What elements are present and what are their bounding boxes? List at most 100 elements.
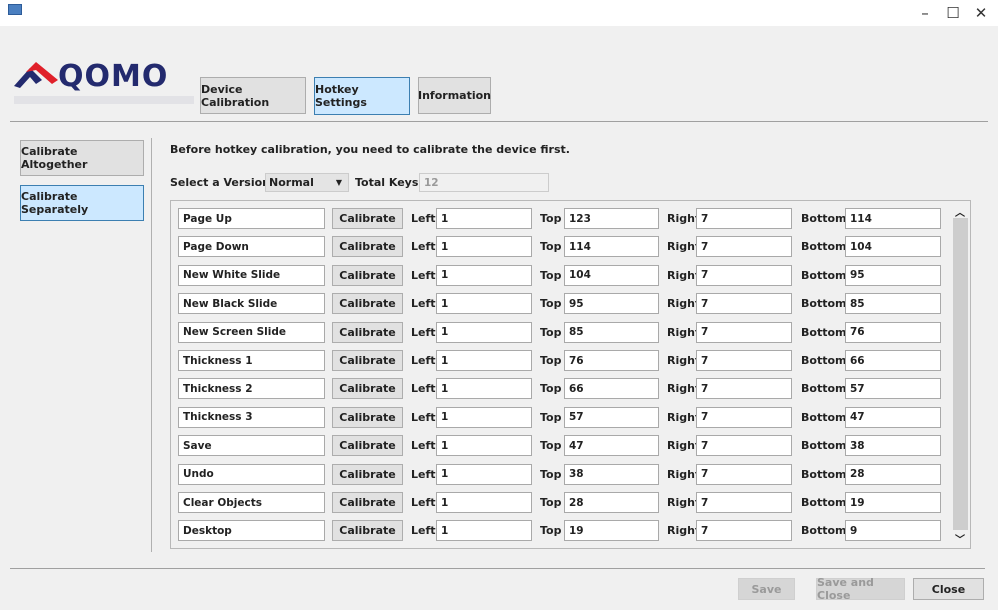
close-window-button[interactable]: ✕ — [966, 2, 996, 24]
calibrate-button[interactable]: Calibrate — [332, 492, 403, 513]
tab-hotkey-settings[interactable]: Hotkey Settings — [314, 77, 410, 115]
right-field[interactable]: 7 — [696, 321, 792, 343]
right-field[interactable]: 7 — [696, 236, 792, 258]
left-field[interactable]: 1 — [436, 264, 532, 286]
right-field[interactable]: 7 — [696, 520, 792, 542]
top-field[interactable]: 66 — [564, 378, 659, 400]
top-field[interactable]: 47 — [564, 435, 659, 457]
top-field[interactable]: 104 — [564, 264, 659, 286]
minimize-button[interactable]: – — [910, 2, 940, 24]
bottom-field[interactable]: 28 — [845, 463, 941, 485]
top-field[interactable]: 28 — [564, 492, 659, 513]
bottom-field[interactable]: 38 — [845, 435, 941, 457]
calibrate-separately-button[interactable]: Calibrate Separately — [20, 185, 144, 221]
hotkey-name-field[interactable]: Clear Objects — [178, 492, 325, 513]
left-field[interactable]: 1 — [436, 350, 532, 371]
hotkey-name-field[interactable]: Undo — [178, 463, 325, 485]
save-and-close-button[interactable]: Save and Close — [816, 576, 905, 602]
hotkey-name-field[interactable]: Thickness 3 — [178, 406, 325, 428]
hotkey-name-field[interactable]: New White Slide — [178, 264, 325, 286]
hotkey-list-panel: Page Up Calibrate Left 1 Top 123 Right 7… — [170, 200, 971, 549]
top-field[interactable]: 95 — [564, 293, 659, 315]
right-field[interactable]: 7 — [696, 350, 792, 371]
bottom-field[interactable]: 9 — [845, 520, 941, 542]
calibrate-button[interactable]: Calibrate — [332, 264, 403, 286]
top-label: Top — [540, 410, 562, 424]
top-field[interactable]: 114 — [564, 236, 659, 258]
hotkey-name-field[interactable]: Desktop — [178, 520, 325, 542]
top-field[interactable]: 76 — [564, 350, 659, 371]
left-field[interactable]: 1 — [436, 236, 532, 258]
hotkey-row: Thickness 2 Calibrate Left 1 Top 66 Righ… — [178, 378, 968, 400]
right-field[interactable]: 7 — [696, 463, 792, 485]
calibrate-altogether-button[interactable]: Calibrate Altogether — [20, 140, 144, 176]
right-field[interactable]: 7 — [696, 492, 792, 513]
right-field[interactable]: 7 — [696, 406, 792, 428]
right-field[interactable]: 7 — [696, 293, 792, 315]
hotkey-name-field[interactable]: Page Down — [178, 236, 325, 258]
calibrate-button[interactable]: Calibrate — [332, 236, 403, 258]
top-field[interactable]: 19 — [564, 520, 659, 542]
calibrate-button[interactable]: Calibrate — [332, 321, 403, 343]
calibrate-button[interactable]: Calibrate — [332, 378, 403, 400]
divider — [10, 568, 985, 569]
bottom-field[interactable]: 76 — [845, 321, 941, 343]
save-button[interactable]: Save — [738, 578, 795, 600]
top-field[interactable]: 38 — [564, 463, 659, 485]
left-field[interactable]: 1 — [436, 378, 532, 400]
left-field[interactable]: 1 — [436, 520, 532, 542]
left-field[interactable]: 1 — [436, 321, 532, 343]
close-button[interactable]: Close — [913, 578, 984, 600]
hotkey-name-field[interactable]: Page Up — [178, 208, 325, 229]
hotkey-name-field[interactable]: New Screen Slide — [178, 321, 325, 343]
left-field[interactable]: 1 — [436, 463, 532, 485]
maximize-button[interactable]: ☐ — [938, 2, 968, 24]
right-field[interactable]: 7 — [696, 208, 792, 229]
hotkey-name-field[interactable]: Save — [178, 435, 325, 457]
calibrate-button[interactable]: Calibrate — [332, 350, 403, 371]
hotkey-name-field[interactable]: Thickness 1 — [178, 350, 325, 371]
calibrate-button[interactable]: Calibrate — [332, 406, 403, 428]
hotkey-row: New White Slide Calibrate Left 1 Top 104… — [178, 264, 968, 286]
scroll-down-icon[interactable]: ﹀ — [955, 531, 965, 546]
hotkey-name-field[interactable]: Thickness 2 — [178, 378, 325, 400]
top-field[interactable]: 57 — [564, 406, 659, 428]
bottom-field[interactable]: 85 — [845, 293, 941, 315]
bottom-label: Bottom — [801, 410, 847, 424]
calibrate-button[interactable]: Calibrate — [332, 435, 403, 457]
bottom-field[interactable]: 47 — [845, 406, 941, 428]
bottom-field[interactable]: 19 — [845, 492, 941, 513]
tab-information[interactable]: Information — [418, 77, 491, 114]
total-keys-field: 12 — [419, 173, 549, 192]
scroll-up-icon[interactable]: ︿ — [955, 204, 965, 219]
left-field[interactable]: 1 — [436, 492, 532, 513]
left-label: Left — [411, 354, 436, 367]
bottom-field[interactable]: 66 — [845, 350, 941, 371]
left-field[interactable]: 1 — [436, 435, 532, 457]
bottom-field[interactable]: 104 — [845, 236, 941, 258]
top-field[interactable]: 85 — [564, 321, 659, 343]
right-field[interactable]: 7 — [696, 435, 792, 457]
tab-device-calibration[interactable]: Device Calibration — [200, 77, 306, 114]
right-field[interactable]: 7 — [696, 378, 792, 400]
bottom-field[interactable]: 95 — [845, 264, 941, 286]
calibrate-button[interactable]: Calibrate — [332, 520, 403, 542]
bottom-field[interactable]: 114 — [845, 208, 941, 229]
vertical-scrollbar[interactable]: ︿ ﹀ — [951, 201, 970, 548]
calibrate-button[interactable]: Calibrate — [332, 293, 403, 315]
right-field[interactable]: 7 — [696, 264, 792, 286]
left-field[interactable]: 1 — [436, 208, 532, 229]
hotkey-row: Desktop Calibrate Left 1 Top 19 Right 7 … — [178, 520, 968, 542]
left-label: Left — [411, 467, 436, 481]
top-label: Top — [540, 496, 562, 509]
calibrate-button[interactable]: Calibrate — [332, 463, 403, 485]
version-select[interactable]: Normal ▼ — [265, 173, 349, 192]
hotkey-name-field[interactable]: New Black Slide — [178, 293, 325, 315]
scrollbar-thumb[interactable] — [953, 218, 968, 530]
top-label: Top — [540, 467, 562, 481]
left-field[interactable]: 1 — [436, 293, 532, 315]
left-field[interactable]: 1 — [436, 406, 532, 428]
bottom-field[interactable]: 57 — [845, 378, 941, 400]
calibrate-button[interactable]: Calibrate — [332, 208, 403, 229]
top-field[interactable]: 123 — [564, 208, 659, 229]
